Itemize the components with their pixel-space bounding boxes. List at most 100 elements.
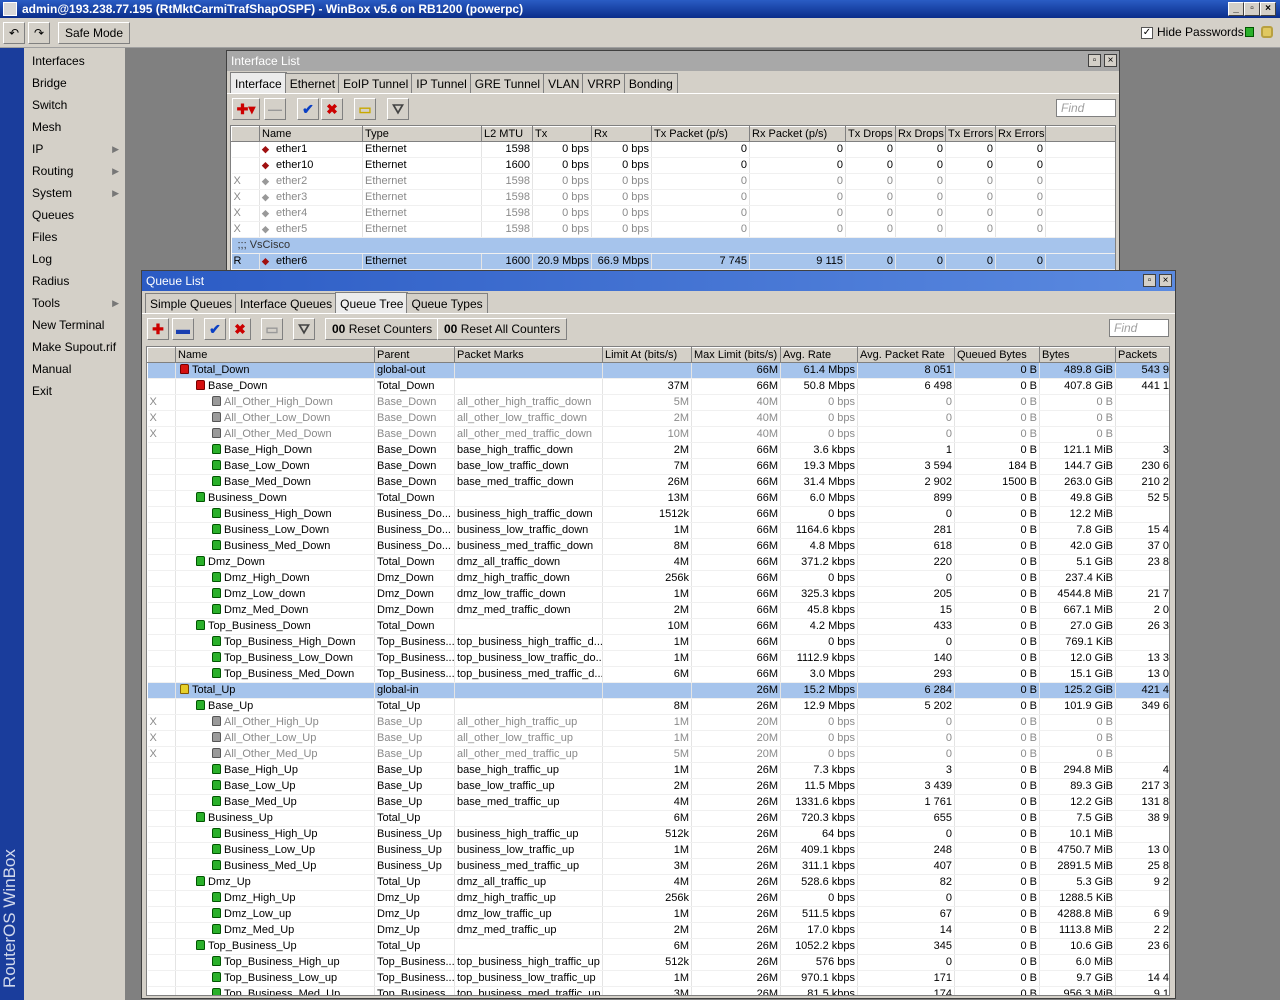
hide-passwords-checkbox[interactable]: ✓ [1141,26,1153,39]
sidebar-item-system[interactable]: System ▶ [24,182,125,204]
sidebar-item-interfaces[interactable]: Interfaces [24,50,125,72]
comment-icon[interactable]: ▭ [261,318,283,340]
column-header[interactable]: Avg. Packet Rate [857,347,955,363]
sidebar-item-manual[interactable]: Manual [24,358,125,380]
table-row[interactable]: Top_Business_Up Total_Up 6M 26M 1052.2 kbps 3… [147,938,1169,955]
table-row[interactable]: X All_Other_Low_Up Base_Up all_other_low_tr… [147,730,1169,747]
table-row[interactable]: X ◆ ether5 Ethernet 1598 0 bps 0 bps 0 0 0 0 0 0 [231,221,1115,238]
table-row[interactable]: Dmz_Up Total_Up dmz_all_traffic_up 4M 26M 528… [147,874,1169,891]
maximize-window-button[interactable]: ▫ [1088,54,1101,67]
column-header[interactable]: Rx Packet (p/s) [749,126,846,142]
table-row[interactable]: Base_Low_Up Base_Up base_low_traffic_up 2M 2… [147,778,1169,795]
tab-vrrp[interactable]: VRRP [582,73,626,93]
tab-interface[interactable]: Interface [230,72,287,94]
comment-icon[interactable]: ▭ [354,98,376,120]
queue-list-titlebar[interactable]: Queue List ▫ × [142,271,1175,291]
table-row[interactable]: Base_High_Down Base_Down base_high_traffic… [147,442,1169,459]
column-header[interactable]: Avg. Rate [780,347,858,363]
table-row[interactable]: Base_Low_Down Base_Down base_low_traffic_d… [147,458,1169,475]
disable-icon[interactable]: ✖ [229,318,251,340]
hide-passwords-toggle[interactable]: ✓ Hide Passwords [1141,24,1244,40]
table-row[interactable]: Top_Business_High_up Top_Business... top_b… [147,954,1169,971]
table-row[interactable]: Base_High_Up Base_Up base_high_traffic_up 1… [147,762,1169,779]
tab-bonding[interactable]: Bonding [623,73,678,93]
table-row[interactable]: Business_Up Total_Up 6M 26M 720.3 kbps 655 0 B… [147,810,1169,827]
table-row[interactable]: Dmz_Med_Down Dmz_Down dmz_med_traffic_down… [147,602,1169,619]
disable-icon[interactable]: ✖ [321,98,343,120]
table-row[interactable]: Business_High_Down Business_Do... business… [147,506,1169,523]
filter-icon[interactable]: ⛛ [387,98,409,120]
table-row[interactable]: Top_Business_High_Down Top_Business... top… [147,634,1169,651]
table-row[interactable]: X All_Other_High_Up Base_Up all_other_high_… [147,714,1169,731]
column-header[interactable]: Packets [1115,347,1169,363]
tab-ethernet[interactable]: Ethernet [284,73,341,93]
sidebar-item-make-supout-rif[interactable]: Make Supout.rif [24,336,125,358]
column-header[interactable]: Parent [374,347,455,363]
column-header[interactable] [147,347,176,363]
tab-eoip-tunnel[interactable]: EoIP Tunnel [338,73,414,93]
table-row[interactable]: Top_Business_Low_Down Top_Business... top_… [147,650,1169,667]
table-row[interactable]: Dmz_Low_down Dmz_Down dmz_low_traffic_down… [147,586,1169,603]
table-row[interactable]: Dmz_Low_up Dmz_Up dmz_low_traffic_up 1M 26M 5… [147,906,1169,923]
add-icon[interactable]: ✚ [147,318,169,340]
column-header[interactable] [231,126,260,142]
table-row[interactable]: Top_Business_Med_Down Top_Business... top_… [147,666,1169,683]
column-header[interactable]: Rx Drops [895,126,946,142]
table-row[interactable]: Base_Down Total_Down 37M 66M 50.8 Mbps 6 498 0… [147,378,1169,395]
column-header[interactable]: Tx Drops [845,126,896,142]
maximize-window-button[interactable]: ▫ [1143,274,1156,287]
filter-icon[interactable]: ⛛ [293,318,315,340]
sidebar-item-new-terminal[interactable]: New Terminal [24,314,125,336]
queue-find-input[interactable]: Find [1109,319,1169,337]
sidebar-item-radius[interactable]: Radius [24,270,125,292]
table-row[interactable]: X All_Other_Low_Down Base_Down all_other_lo… [147,410,1169,427]
table-row[interactable]: X All_Other_High_Down Base_Down all_other_h… [147,394,1169,411]
table-row[interactable]: Total_Down global-out 66M 61.4 Mbps 8 051 0 B… [147,362,1169,379]
table-row[interactable]: Business_Down Total_Down 13M 66M 6.0 Mbps 899… [147,490,1169,507]
table-row[interactable]: Base_Med_Up Base_Up base_med_traffic_up 4M 2… [147,794,1169,811]
table-row[interactable]: ◆ ether1 Ethernet 1598 0 bps 0 bps 0 0 0 0 0 0 [231,141,1115,158]
sidebar-item-routing[interactable]: Routing ▶ [24,160,125,182]
table-row[interactable]: Base_Up Total_Up 8M 26M 12.9 Mbps 5 202 0 B 101… [147,698,1169,715]
column-header[interactable]: Queued Bytes [954,347,1040,363]
column-header[interactable]: Type [362,126,482,142]
table-row[interactable]: Top_Business_Low_up Top_Business... top_bu… [147,970,1169,987]
tab-vlan[interactable]: VLAN [543,73,585,93]
column-header[interactable]: Rx [591,126,652,142]
close-window-button[interactable]: × [1159,274,1172,287]
table-row[interactable]: Dmz_High_Down Dmz_Down dmz_high_traffic_do… [147,570,1169,587]
column-header[interactable]: Name [175,347,375,363]
redo-button[interactable]: ↷ [28,22,50,44]
table-row[interactable]: Business_Med_Up Business_Up business_med_t… [147,858,1169,875]
interface-find-input[interactable]: Find [1056,99,1116,117]
table-row[interactable]: ◆ ether10 Ethernet 1600 0 bps 0 bps 0 0 0 0 0 0 [231,157,1115,174]
sidebar-item-files[interactable]: Files [24,226,125,248]
sidebar-item-ip[interactable]: IP ▶ [24,138,125,160]
table-row[interactable]: R ◆ ether6 Ethernet 1600 20.9 Mbps 66.9 Mbps 7 … [231,253,1115,270]
table-row[interactable]: Business_High_Up Business_Up business_high… [147,826,1169,843]
enable-icon[interactable]: ✔ [297,98,319,120]
sidebar-item-switch[interactable]: Switch [24,94,125,116]
sidebar-item-exit[interactable]: Exit [24,380,125,402]
table-row[interactable]: Business_Low_Down Business_Do... business_… [147,522,1169,539]
reset-all-counters-button[interactable]: 00 Reset All Counters [437,318,568,340]
enable-icon[interactable]: ✔ [204,318,226,340]
tab-gre-tunnel[interactable]: GRE Tunnel [469,73,546,93]
tab-interface-queues[interactable]: Interface Queues [235,293,338,313]
sidebar-item-queues[interactable]: Queues [24,204,125,226]
undo-button[interactable]: ↶ [3,22,25,44]
tab-ip-tunnel[interactable]: IP Tunnel [411,73,472,93]
table-row[interactable]: Dmz_Down Total_Down dmz_all_traffic_down 4M… [147,554,1169,571]
table-row[interactable]: Dmz_High_Up Dmz_Up dmz_high_traffic_up 256k… [147,890,1169,907]
column-header[interactable]: Packet Marks [454,347,603,363]
maximize-button[interactable]: ▫ [1244,2,1260,16]
comment-row[interactable]: ;;; VsCisco [231,237,1115,254]
sidebar-item-tools[interactable]: Tools ▶ [24,292,125,314]
add-icon[interactable]: ✚▾ [232,98,260,120]
safe-mode-button[interactable]: Safe Mode [58,22,130,44]
table-row[interactable]: X ◆ ether3 Ethernet 1598 0 bps 0 bps 0 0 0 0 0 0 [231,189,1115,206]
table-row[interactable]: Business_Med_Down Business_Do... business_… [147,538,1169,555]
sidebar-item-bridge[interactable]: Bridge [24,72,125,94]
column-header[interactable]: Bytes [1039,347,1116,363]
table-row[interactable]: X All_Other_Med_Up Base_Up all_other_med_tr… [147,746,1169,763]
